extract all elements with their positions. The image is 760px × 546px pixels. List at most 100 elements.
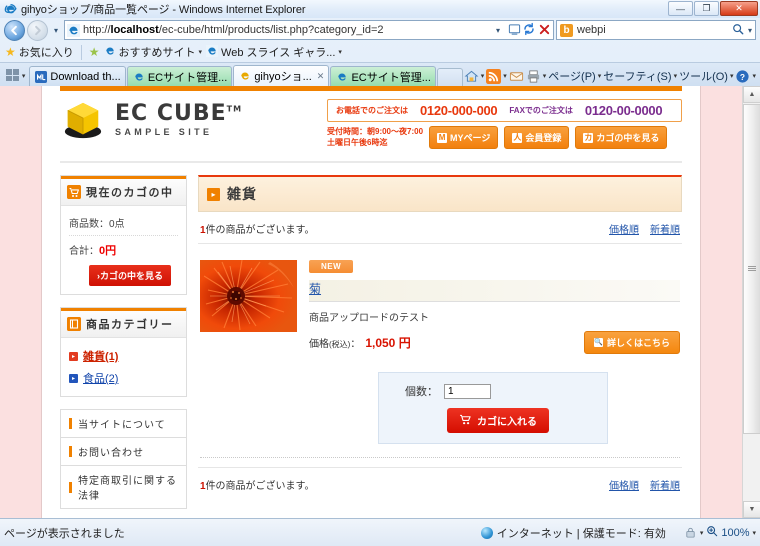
tab-gihyo-shop[interactable]: gihyoショ... ✕ (233, 65, 330, 86)
forward-button[interactable] (27, 19, 48, 41)
fax-number: 0120-00-0000 (584, 103, 663, 118)
security-zone[interactable]: インターネット | 保護モード: 有効 (480, 525, 666, 541)
sort-by-price-bottom[interactable]: 価格順 (609, 477, 639, 492)
sidebar-link-contact[interactable]: お問い合わせ (60, 437, 187, 465)
cart-total: 合計：0円 (69, 236, 178, 262)
site-header: EC CUBETM SAMPLE SITE お電話でのご注文は 0120-000… (42, 91, 700, 155)
security-zone-label: インターネット | 保護モード: 有効 (496, 527, 666, 540)
ie-logo-icon (4, 3, 17, 16)
privacy-chevron-icon[interactable]: ▾ (700, 529, 704, 537)
sidebar-link-law[interactable]: 特定商取引に関する法律 (60, 465, 187, 509)
help-icon[interactable]: ? (735, 69, 750, 84)
compatibility-view-icon[interactable] (507, 23, 521, 38)
address-bar[interactable]: http://localhost/ec-cube/html/products/l… (64, 20, 554, 40)
sidebar-view-cart-button[interactable]: ›カゴの中を見る (89, 265, 171, 286)
sort-links-bottom: 価格順 新着順 (609, 477, 680, 492)
sidebar-link-about[interactable]: 当サイトについて (60, 409, 187, 437)
minimize-button[interactable]: — (668, 1, 693, 16)
search-input[interactable]: webpi (577, 24, 728, 36)
feeds-chevron-icon[interactable]: ▾ (503, 72, 507, 80)
quantity-input[interactable]: 1 (444, 383, 491, 399)
result-count-bottom: 1件の商品がございます。 (200, 477, 315, 492)
zoom-icon[interactable] (706, 525, 718, 540)
sort-by-price-top[interactable]: 価格順 (609, 221, 639, 236)
tab-bar: ▾ Download th... ECサイト管理... gihyoショ... ✕ (0, 63, 760, 86)
page-favicon-icon (67, 23, 80, 37)
price-label: 価格 (309, 339, 329, 350)
tab-download[interactable]: Download th... (29, 66, 126, 86)
quick-tabs-button[interactable] (4, 67, 21, 83)
my-page-button[interactable]: M MYページ (429, 126, 499, 149)
site-logo[interactable]: EC CUBETM SAMPLE SITE (60, 99, 242, 141)
scroll-down-button[interactable]: ▼ (743, 501, 760, 518)
sidebar-category-shokuhin[interactable]: ▸ 食品(2) (69, 367, 178, 389)
search-dropdown-button[interactable]: ▾ (748, 26, 752, 35)
feeds-icon[interactable] (486, 68, 502, 84)
recent-pages-button[interactable]: ▾ (50, 26, 62, 35)
help-chevron-icon[interactable]: ▾ (752, 72, 756, 80)
zoom-chevron-icon[interactable]: ▾ (752, 529, 756, 537)
add-to-cart-form: 個数： 1 カゴに入れる (378, 372, 608, 444)
sidebar-links: 当サイトについて お問い合わせ 特定商取引に関する法律 (60, 409, 187, 509)
product-name-link[interactable]: 菊 (309, 282, 321, 296)
maximize-button[interactable]: ❐ (694, 1, 719, 16)
tools-chevron-icon: ▾ (729, 73, 734, 80)
add-to-cart-button[interactable]: カゴに入れる (447, 408, 549, 433)
zoom-level[interactable]: 100% (721, 527, 749, 539)
search-box[interactable]: b webpi ▾ (556, 20, 756, 40)
refresh-icon[interactable] (522, 22, 536, 38)
tab-close-icon[interactable]: ✕ (317, 71, 325, 82)
tab-ec-admin-2[interactable]: ECサイト管理... (330, 66, 436, 86)
product-info: NEW 菊 商品アップロードのテスト 価格(税込)： 1,050 円 🔍 詳しく… (309, 260, 680, 354)
safety-menu[interactable]: セーフティ(S) ▾ (603, 68, 677, 84)
tools-menu[interactable]: ツール(O) ▾ (679, 68, 733, 84)
favorites-label: お気に入り (18, 47, 74, 59)
cart-box-body: 商品数：0点 合計：0円 ›カゴの中を見る (61, 206, 186, 294)
logo-line-1: EC CUBETM (115, 101, 243, 126)
section-divider (200, 457, 680, 458)
svg-text:?: ? (740, 71, 745, 81)
sidebar-category-shokuhin-link[interactable]: 食品(2) (83, 370, 118, 386)
vertical-scrollbar[interactable]: ▲ ▼ (742, 86, 760, 518)
back-button[interactable] (4, 19, 25, 41)
safety-chevron-icon: ▾ (673, 73, 678, 80)
print-chevron-icon[interactable]: ▾ (543, 72, 547, 80)
quantity-label: 個数： (405, 386, 438, 398)
product-detail-button[interactable]: 🔍 詳しくはこちら (583, 331, 680, 354)
privacy-report-icon[interactable] (684, 526, 697, 539)
cube-logo-icon (60, 99, 106, 141)
category-box-title: 商品カテゴリー (86, 319, 174, 331)
new-tab-button[interactable] (436, 68, 463, 86)
tab-list-chevron-icon[interactable]: ▾ (22, 72, 26, 80)
tab-label-2: ECサイト管理... (147, 71, 228, 84)
product-image[interactable] (200, 260, 297, 332)
print-icon[interactable] (526, 69, 541, 84)
ie-tab-icon-1 (133, 71, 145, 83)
sort-by-new-top[interactable]: 新着順 (650, 221, 680, 236)
favorites-item-suggested-sites[interactable]: おすすめサイト ▾ (104, 44, 203, 60)
chevron-down-icon-2[interactable]: ▾ (338, 48, 342, 56)
sidebar-category-zakka[interactable]: ▸ 雑貨(1) (69, 345, 178, 367)
price-colon: ： (350, 339, 361, 350)
chevron-down-icon[interactable]: ▾ (199, 48, 203, 56)
favorites-button[interactable]: ★ お気に入り (5, 44, 74, 60)
address-dropdown-button[interactable]: ▾ (492, 26, 504, 35)
home-icon[interactable] (464, 69, 479, 84)
search-icon[interactable] (732, 23, 744, 38)
scrollbar-thumb[interactable] (743, 104, 760, 434)
sidebar-category-zakka-link[interactable]: 雑貨(1) (83, 348, 118, 364)
scroll-up-button[interactable]: ▲ (743, 86, 760, 103)
home-chevron-icon[interactable]: ▾ (481, 72, 485, 80)
stop-icon[interactable] (537, 23, 551, 38)
add-to-favorites-bar-icon[interactable]: ★ (89, 45, 100, 59)
page-menu[interactable]: ページ(P) ▾ (548, 68, 601, 84)
sort-by-new-bottom[interactable]: 新着順 (650, 477, 680, 492)
favorites-item-web-slice-gallery[interactable]: Web スライス ギャラ... ▾ (206, 44, 342, 60)
page-content: EC CUBETM SAMPLE SITE お電話でのご注文は 0120-000… (0, 86, 742, 518)
mail-icon[interactable] (509, 69, 524, 84)
member-register-button[interactable]: 人 会員登録 (504, 126, 570, 149)
tab-ec-admin-1[interactable]: ECサイト管理... (126, 66, 233, 86)
close-button[interactable]: ✕ (720, 1, 758, 16)
view-cart-button-header[interactable]: カ カゴの中を見る (575, 126, 668, 149)
bullet-icon-current: ▸ (69, 351, 78, 361)
